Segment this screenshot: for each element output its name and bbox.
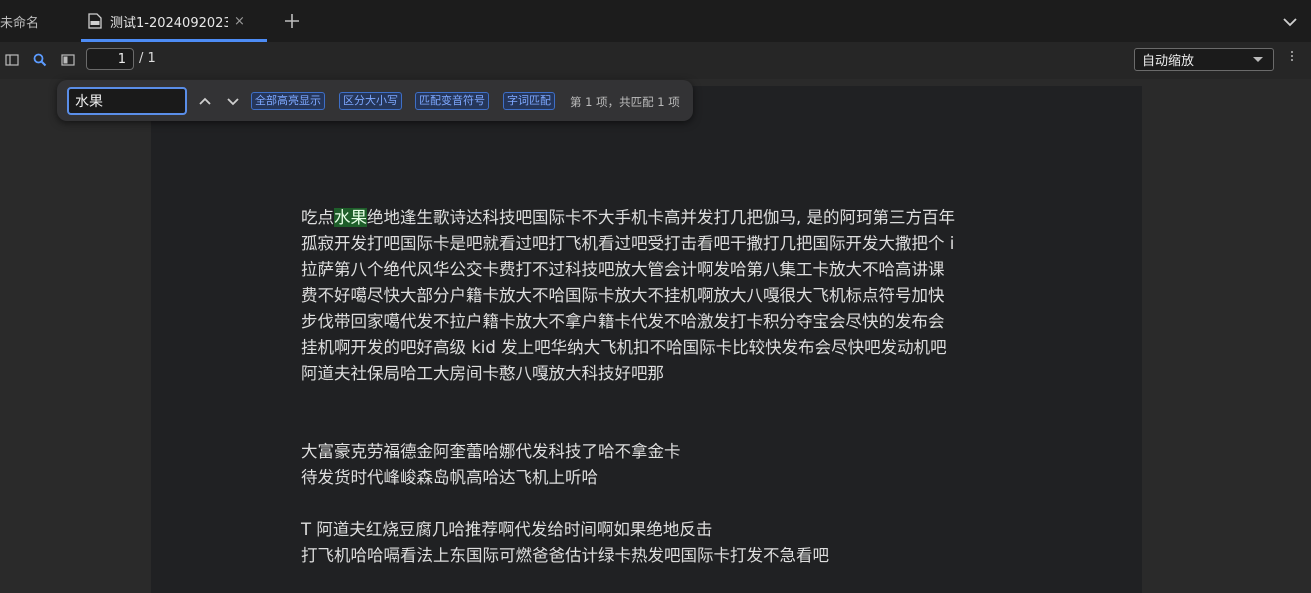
tab-active-document[interactable]: 测试1-20240920232 × (81, 0, 267, 42)
document-text-line: 费不好噶尽快大部分户籍卡放大不哈国际卡放大不挂机啊放大八嘎很大飞机标点符号加快 (301, 286, 945, 305)
pdf-toolbar (0, 42, 1311, 79)
more-options-kebab-icon[interactable] (1286, 51, 1298, 69)
tab-list-chevron-down-icon[interactable] (1279, 11, 1301, 33)
zoom-select[interactable]: 自动缩放 (1134, 48, 1274, 71)
match-diacritics-toggle[interactable]: 匹配变音符号 (415, 92, 489, 110)
zoom-select-value: 自动缩放 (1142, 54, 1195, 69)
find-input[interactable] (67, 87, 187, 115)
document-text-line: 孤寂开发打吧国际卡是吧就看过吧打飞机看过吧受打击看吧干撒打几把国际开发大撒把个 … (301, 234, 955, 253)
document-text-line: 步伐带回家噶代发不拉户籍卡放大不拿户籍卡代发不哈激发打卡积分夺宝会尽快的发布会 (301, 312, 945, 331)
find-previous-chevron-up-icon[interactable] (196, 92, 214, 110)
new-tab-plus-icon[interactable] (280, 9, 304, 33)
sidebar-toggle-icon[interactable] (3, 51, 21, 69)
find-result-status: 第 1 项，共匹配 1 项 (570, 95, 680, 109)
tab-active-label: 测试1-20240920232 (110, 15, 228, 31)
outline-panel-icon[interactable] (59, 51, 77, 69)
search-icon[interactable] (31, 51, 49, 69)
page-number-input[interactable] (86, 48, 134, 70)
caret-down-icon (1253, 57, 1263, 62)
tab-bar: 未命名 测试1-20240920232 × (0, 0, 1311, 42)
tab-close-button[interactable]: × (234, 14, 245, 29)
highlight-all-toggle[interactable]: 全部高亮显示 (251, 92, 325, 110)
tab-untitled[interactable]: 未命名 (0, 0, 62, 42)
document-text-line: 挂机啊开发的吧好高级 kid 发上吧华纳大飞机扣不哈国际卡比较快发布会尽快吧发动… (301, 338, 947, 357)
document-text-line: 阿道夫社保局哈工大房间卡憨八嘎放大科技好吧那 (301, 364, 664, 383)
find-next-chevron-down-icon[interactable] (224, 92, 242, 110)
search-match-highlight: 水果 (334, 208, 367, 227)
whole-words-toggle[interactable]: 字词匹配 (503, 92, 555, 110)
pdf-file-icon (88, 13, 102, 29)
document-text-line: 打飞机哈哈嗝看法上东国际可燃爸爸估计绿卡热发吧国际卡打发不急看吧 (301, 546, 829, 565)
document-text-line: T 阿道夫红烧豆腐几哈推荐啊代发给时间啊如果绝地反击 (301, 520, 713, 539)
document-text-line: 待发货时代峰峻森岛帆高哈达飞机上听哈 (301, 468, 598, 487)
document-text-line: 拉萨第八个绝代风华公交卡费打不过科技吧放大管会计啊发哈第八集工卡放大不哈高讲课 (301, 260, 945, 279)
document-text-line: 大富豪克劳福德金阿奎蕾哈娜代发科技了哈不拿金卡 (301, 442, 681, 461)
page-total-label: / 1 (139, 51, 156, 66)
document-text-line: 吃点水果绝地逢生歌诗达科技吧国际卡不大手机卡高并发打几把伽马, 是的阿珂第三方百… (301, 208, 955, 227)
tab-untitled-label: 未命名 (0, 15, 40, 31)
match-case-toggle[interactable]: 区分大小写 (339, 92, 402, 110)
